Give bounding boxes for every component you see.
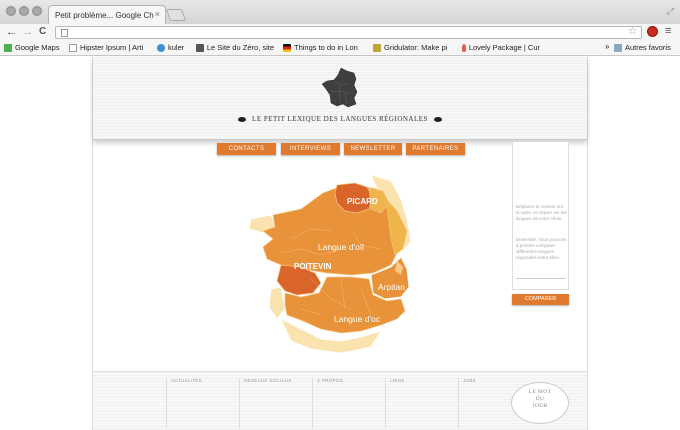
site-header: LE PETIT LEXIQUE DES LANGUES RÉGIONALES	[93, 57, 587, 140]
more-bookmarks-icon[interactable]: »	[605, 42, 609, 51]
side-info-panel: Déplacez le curseur sur la carte, et cli…	[512, 142, 569, 290]
france-language-map[interactable]	[241, 169, 426, 359]
bookmark-lovely-package[interactable]: Lovely Package | Cur	[462, 43, 540, 52]
side-instructions: Déplacez le curseur sur la carte, et cli…	[516, 204, 567, 221]
page-content: LE PETIT LEXIQUE DES LANGUES RÉGIONALES …	[92, 57, 588, 430]
gridulator-icon	[373, 43, 381, 52]
site-footer: ACTUALITÉS RÉSEAUX SOCIAUX À PROPOS LIEN…	[93, 371, 587, 430]
bookmark-gridulator[interactable]: Gridulator: Make pi	[373, 43, 455, 52]
bookmark-star-icon[interactable]: ☆	[628, 26, 637, 37]
kuler-icon	[157, 43, 165, 52]
extension-icon[interactable]	[647, 26, 658, 37]
other-bookmarks[interactable]: Autres favoris	[614, 43, 678, 52]
tab-close-icon[interactable]: ×	[155, 9, 160, 19]
bookmark-site-du-zero[interactable]: Le Site du Zéro, site	[196, 43, 274, 52]
site-du-zero-icon	[196, 43, 204, 52]
back-icon[interactable]: ←	[6, 26, 17, 38]
forward-icon[interactable]: →	[22, 26, 33, 38]
bookmarks-bar: Google Maps Hipster Ipsum | Arti kuler L…	[0, 41, 680, 56]
address-bar[interactable]: ☆	[55, 26, 642, 39]
nav-newsletter-button[interactable]: NEWSLETTER	[344, 143, 402, 155]
browser-tabstrip: Petit problème... Google Ch × ⤢	[0, 0, 680, 24]
bookmark-kuler[interactable]: kuler	[157, 43, 191, 52]
map-region-pale-southwest	[268, 286, 286, 320]
folder-icon	[614, 43, 622, 52]
minimize-window-button[interactable]	[19, 6, 29, 16]
bullet-icon	[433, 116, 442, 122]
heart-icon	[462, 43, 466, 52]
maximize-window-button[interactable]	[32, 6, 42, 16]
bookmark-google-maps[interactable]: Google Maps	[4, 43, 62, 52]
map-label-langue-doil[interactable]: Langue d'oïl	[318, 242, 364, 252]
bookmark-things-to-do[interactable]: Things to do in Lon	[283, 43, 366, 52]
new-tab-button[interactable]	[165, 9, 187, 21]
reload-icon[interactable]: C	[39, 26, 46, 38]
tab-title: Petit problème... Google Ch	[55, 10, 154, 20]
footer-reseaux-sociaux[interactable]: RÉSEAUX SOCIAUX	[239, 378, 309, 428]
page-icon	[61, 29, 68, 37]
page-icon	[69, 43, 77, 52]
mot-du-jour-bubble[interactable]: LE MOT DU JOUR	[511, 382, 569, 424]
browser-tab-active[interactable]: Petit problème... Google Ch ×	[48, 5, 166, 24]
side-divider	[516, 278, 566, 279]
footer-liens[interactable]: LIENS	[385, 378, 455, 428]
map-label-poitevin[interactable]: POITEVIN	[294, 262, 331, 271]
bullet-icon	[238, 116, 247, 122]
map-label-arpitan[interactable]: Arpitan	[378, 282, 405, 292]
map-label-picard[interactable]: PICARD	[347, 197, 378, 206]
browser-menu-icon[interactable]: ≡	[665, 25, 671, 37]
footer-actualites[interactable]: ACTUALITÉS	[166, 378, 236, 428]
side-description: Ensemble, nous pouvons à présent compare…	[516, 237, 567, 260]
nav-interviews-button[interactable]: INTERVIEWS	[281, 143, 340, 155]
compare-button[interactable]: COMPARER	[512, 294, 569, 305]
maps-icon	[4, 43, 12, 52]
browser-toolbar: ← → C ☆ ≡	[0, 24, 680, 41]
flag-icon	[283, 43, 291, 52]
close-window-button[interactable]	[6, 6, 16, 16]
nav-partenaires-button[interactable]: PARTENAIRES	[406, 143, 465, 155]
map-label-langue-doc[interactable]: Langue d'oc	[334, 314, 380, 324]
france-logo-icon[interactable]	[321, 67, 361, 109]
nav-contacts-button[interactable]: CONTACTS	[217, 143, 276, 155]
site-title: LE PETIT LEXIQUE DES LANGUES RÉGIONALES	[93, 115, 587, 123]
bookmark-hipster-ipsum[interactable]: Hipster Ipsum | Arti	[69, 43, 151, 52]
footer-a-propos[interactable]: À PROPOS	[312, 378, 382, 428]
fullscreen-icon[interactable]: ⤢	[667, 6, 674, 17]
footer-jobs[interactable]: JOBS	[458, 378, 508, 428]
